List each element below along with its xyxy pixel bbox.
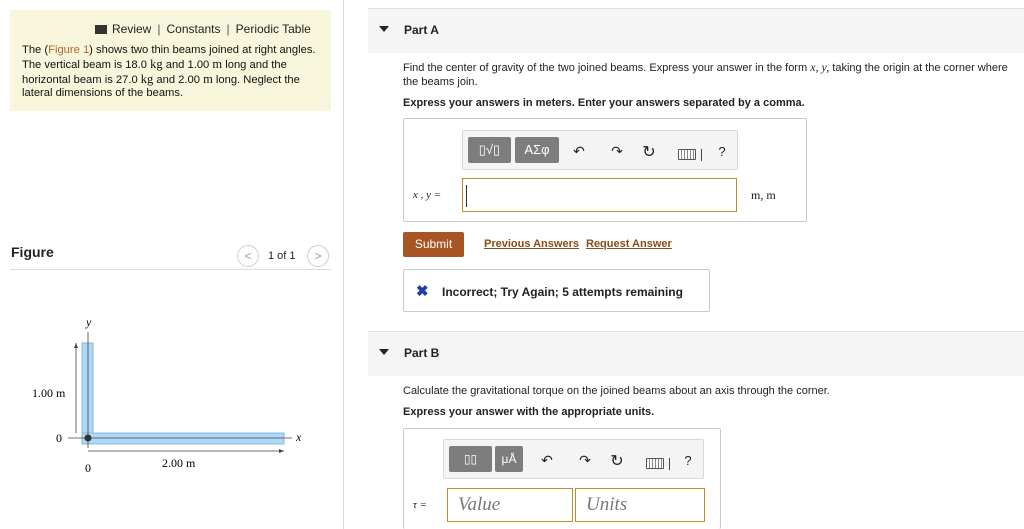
part-b-instruction: Express your answer with the appropriate… (403, 406, 655, 418)
beams-figure: y x 1.00 m 2.00 m 0 0 (32, 315, 302, 475)
x-axis-label: x (295, 430, 302, 444)
figure-title: Figure (11, 244, 54, 260)
redo-icon[interactable]: ↷ (576, 452, 594, 469)
collapse-arrow-icon (379, 349, 389, 355)
reset-icon[interactable]: ↻ (640, 142, 658, 162)
part-b-title: Part B (404, 346, 440, 360)
answer-label: x , y = (413, 189, 442, 201)
torque-label: τ = (413, 499, 428, 511)
left-panel: Review | Constants | Periodic Table The (Fig… (0, 0, 345, 529)
templates-button[interactable]: ▯√▯ (468, 137, 511, 163)
part-b-question: Calculate the gravitational torque on th… (403, 385, 830, 397)
unit-m: m (212, 56, 223, 71)
figure-pager-text: 1 of 1 (268, 250, 296, 262)
problem-text-part: and 2.00 (156, 73, 200, 86)
value-input[interactable]: Value (447, 488, 573, 522)
toolbar-separator (669, 458, 670, 470)
origin-y-label: 0 (56, 431, 62, 445)
origin-x-label: 0 (85, 461, 91, 475)
constants-link[interactable]: Constants (166, 22, 220, 36)
part-b-math-toolbar: ▯▯ μÅ ↶ ↷ ↻ ? (443, 439, 704, 479)
horizontal-length-label: 2.00 m (162, 456, 196, 470)
question-text: Find the center of gravity of the two jo… (403, 62, 808, 74)
corner-pivot (84, 434, 92, 442)
part-b-header[interactable]: Part B (368, 331, 1024, 376)
review-icon (95, 25, 107, 34)
previous-answers-link[interactable]: Previous Answers (484, 238, 579, 250)
periodic-table-link[interactable]: Periodic Table (236, 22, 311, 36)
greek-symbols-button[interactable]: ΑΣφ (515, 137, 559, 163)
toolbar-separator (701, 149, 702, 161)
figure-prev-button[interactable]: < (237, 245, 259, 267)
figure-divider (10, 269, 331, 270)
review-link[interactable]: Review (112, 22, 151, 36)
link-separator: | (226, 22, 230, 36)
unit-kg: kg (140, 71, 154, 86)
part-a-question: Find the center of gravity of the two jo… (403, 60, 1018, 89)
help-icon[interactable]: ? (713, 144, 731, 159)
keyboard-icon[interactable] (678, 149, 696, 160)
incorrect-icon: ✖ (416, 283, 429, 300)
header-links: Review | Constants | Periodic Table (95, 22, 311, 36)
vertical-beam (81, 342, 94, 436)
undo-icon[interactable]: ↶ (538, 452, 556, 469)
units-input[interactable]: Units (575, 488, 705, 522)
request-answer-link[interactable]: Request Answer (586, 238, 672, 250)
part-a-instruction: Express your answers in meters. Enter yo… (403, 97, 805, 109)
question-math: x, y, (810, 60, 830, 74)
keyboard-icon[interactable] (646, 458, 664, 469)
unit-label: m, m (751, 188, 776, 202)
units-button[interactable]: μÅ (495, 446, 523, 472)
templates-button[interactable]: ▯▯ (449, 446, 492, 472)
part-a-math-toolbar: ▯√▯ ΑΣφ ↶ ↷ ↻ ? (462, 130, 738, 170)
dimension-arrow-right (279, 449, 284, 453)
problem-statement: The (Figure 1) shows two thin beams join… (22, 44, 322, 101)
panel-divider (343, 0, 344, 529)
collapse-arrow-icon (379, 26, 389, 32)
part-a-header[interactable]: Part A (368, 8, 1024, 53)
horizontal-beam (81, 432, 285, 445)
problem-text-part: and 1.00 (165, 58, 210, 71)
answer-input[interactable] (462, 178, 737, 212)
feedback-message: Incorrect; Try Again; 5 attempts remaini… (442, 285, 683, 299)
link-separator: | (157, 22, 161, 36)
reset-icon[interactable]: ↻ (608, 451, 626, 471)
help-icon[interactable]: ? (679, 453, 697, 468)
submit-button[interactable]: Submit (403, 232, 464, 257)
vertical-length-label: 1.00 m (32, 386, 66, 400)
unit-kg: kg (150, 56, 163, 71)
dimension-arrow-top (74, 343, 78, 348)
undo-icon[interactable]: ↶ (570, 143, 588, 160)
figure-link[interactable]: Figure 1 (48, 44, 89, 56)
figure-next-button[interactable]: > (307, 245, 329, 267)
unit-m: m (203, 71, 213, 86)
part-a-title: Part A (404, 23, 439, 37)
y-axis-label: y (85, 315, 92, 329)
redo-icon[interactable]: ↷ (608, 143, 626, 160)
problem-text-part: The ( (22, 44, 49, 56)
